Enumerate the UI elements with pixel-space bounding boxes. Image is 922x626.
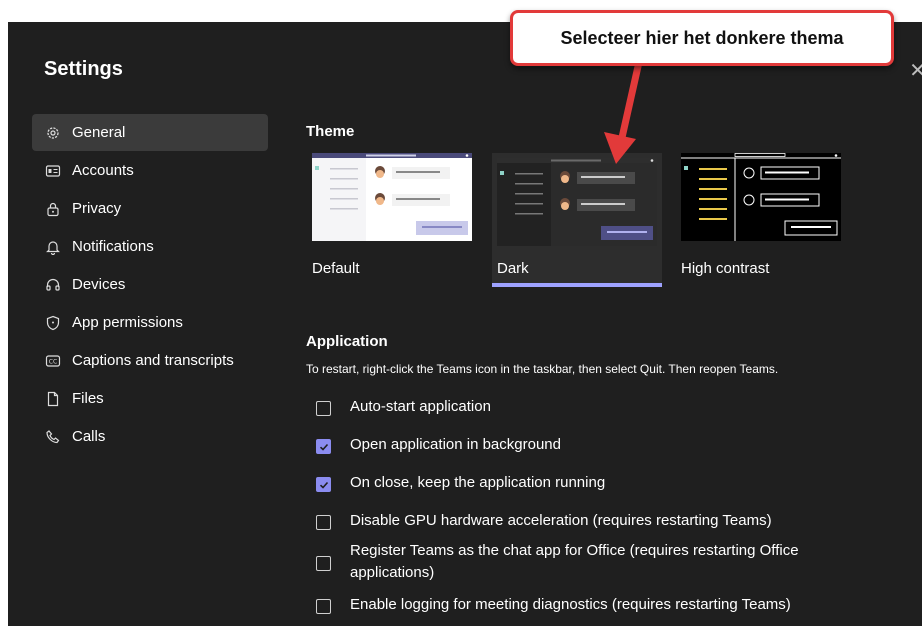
lock-icon	[44, 200, 62, 218]
checkmark-icon	[319, 481, 328, 489]
theme-option-high-contrast[interactable]: High contrast	[681, 153, 851, 287]
sidebar: General Accounts Privacy Notifications D…	[32, 114, 268, 456]
sidebar-item-label: Notifications	[72, 238, 154, 255]
cc-icon: CC	[44, 352, 62, 370]
close-icon[interactable]: ✕	[909, 58, 922, 83]
option-label: On close, keep the application running	[350, 474, 606, 491]
sidebar-item-label: App permissions	[72, 314, 183, 331]
theme-heading: Theme	[306, 123, 355, 140]
sidebar-item-label: Privacy	[72, 200, 122, 217]
meeting-logging-option[interactable]: Enable logging for meeting diagnostics (…	[316, 596, 850, 616]
sidebar-item-devices[interactable]: Devices	[32, 266, 268, 303]
sidebar-item-label: Files	[72, 390, 104, 407]
checkmark-icon	[319, 443, 328, 451]
sidebar-item-label: Calls	[72, 428, 106, 445]
theme-option-dark[interactable]: Dark	[492, 153, 662, 287]
option-label: Open application in background	[350, 436, 561, 453]
auto-start-checkbox[interactable]	[316, 401, 331, 416]
sidebar-item-app-permissions[interactable]: App permissions	[32, 304, 268, 341]
sidebar-item-general[interactable]: General	[32, 114, 268, 151]
svg-text:CC: CC	[49, 358, 57, 365]
selected-theme-indicator	[492, 283, 662, 287]
headset-icon	[44, 276, 62, 294]
meeting-logging-checkbox[interactable]	[316, 599, 331, 614]
default-theme-preview-icon	[312, 153, 472, 241]
disable-gpu-option[interactable]: Disable GPU hardware acceleration (requi…	[316, 512, 850, 532]
option-label: Disable GPU hardware acceleration (requi…	[350, 512, 772, 529]
option-label: Register Teams as the chat app for Offic…	[350, 542, 799, 581]
sidebar-item-label: Devices	[72, 276, 126, 293]
disable-gpu-checkbox[interactable]	[316, 515, 331, 530]
annotation-callout: Selecteer hier het donkere thema	[510, 10, 894, 66]
sidebar-item-captions[interactable]: CC Captions and transcripts	[32, 342, 268, 379]
register-chat-app-option[interactable]: Register Teams as the chat app for Offic…	[316, 542, 850, 584]
gear-icon	[44, 124, 62, 142]
sidebar-item-calls[interactable]: Calls	[32, 418, 268, 455]
sidebar-item-privacy[interactable]: Privacy	[32, 190, 268, 227]
theme-option-label: High contrast	[681, 260, 770, 277]
register-chat-app-checkbox[interactable]	[316, 556, 331, 571]
theme-option-label: Dark	[497, 260, 529, 277]
high-contrast-theme-preview-icon	[681, 153, 841, 241]
dark-theme-preview-icon	[497, 158, 657, 246]
sidebar-item-label: Captions and transcripts	[72, 352, 234, 369]
auto-start-option[interactable]: Auto-start application	[316, 398, 850, 418]
settings-window: Settings ✕ General Accounts Privacy Noti…	[8, 22, 922, 626]
annotation-arrow-icon	[604, 60, 643, 164]
theme-option-label: Default	[312, 260, 360, 277]
keep-running-option[interactable]: On close, keep the application running	[316, 474, 850, 494]
open-in-background-option[interactable]: Open application in background	[316, 436, 850, 456]
option-label: Auto-start application	[350, 398, 491, 415]
shield-icon	[44, 314, 62, 332]
sidebar-item-notifications[interactable]: Notifications	[32, 228, 268, 265]
theme-option-default[interactable]: Default	[312, 153, 482, 287]
sidebar-item-label: General	[72, 124, 126, 141]
open-in-background-checkbox[interactable]	[316, 439, 331, 454]
page-title: Settings	[44, 58, 123, 80]
sidebar-item-label: Accounts	[72, 162, 134, 179]
file-icon	[44, 390, 62, 408]
bell-icon	[44, 238, 62, 256]
id-card-icon	[44, 162, 62, 180]
option-label: Enable logging for meeting diagnostics (…	[350, 596, 791, 613]
phone-icon	[44, 428, 62, 446]
sidebar-item-files[interactable]: Files	[32, 380, 268, 417]
application-heading: Application	[306, 333, 388, 350]
keep-running-checkbox[interactable]	[316, 477, 331, 492]
sidebar-item-accounts[interactable]: Accounts	[32, 152, 268, 189]
application-description: To restart, right-click the Teams icon i…	[306, 362, 779, 376]
